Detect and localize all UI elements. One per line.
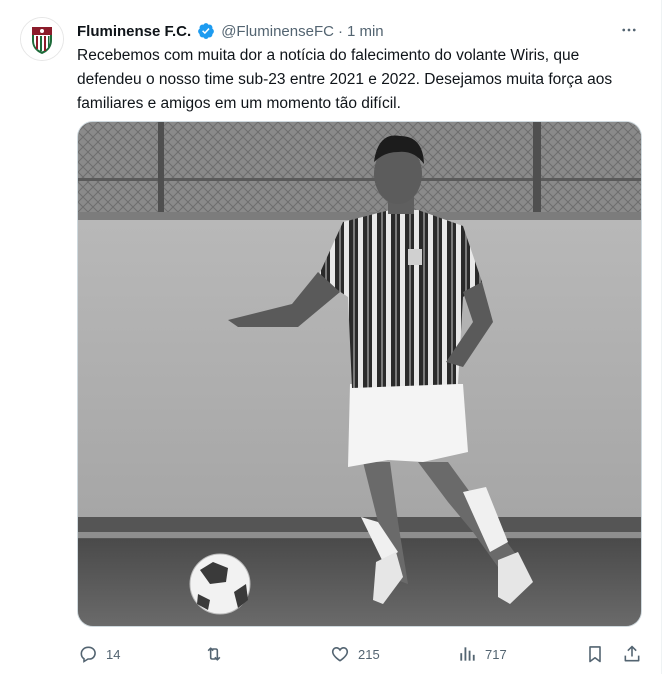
separator-dot: · [337, 22, 343, 40]
bookmark-button[interactable] [585, 640, 605, 668]
like-count: 215 [358, 646, 380, 662]
retweet-icon [207, 647, 221, 661]
club-crest-icon [21, 18, 63, 60]
share-icon [624, 645, 640, 662]
tweet-photo[interactable] [77, 121, 642, 627]
tweet-text: Recebemos com muita dor a notícia do fal… [77, 47, 613, 112]
like-button[interactable]: 215 [330, 640, 380, 668]
verified-icon [198, 23, 215, 39]
share-button[interactable] [622, 640, 642, 668]
reply-count: 14 [106, 646, 121, 662]
retweet-button[interactable] [204, 640, 232, 668]
more-options-button[interactable] [615, 16, 643, 44]
timestamp[interactable]: 1 min [347, 23, 384, 40]
views-button[interactable]: 717 [457, 640, 507, 668]
tweet[interactable]: Fluminense F.C. @FluminenseFC · 1 min Re… [0, 0, 662, 674]
more-icon [622, 28, 636, 32]
action-bar: 14 215 717 [0, 640, 662, 668]
reply-icon [80, 646, 96, 663]
reply-button[interactable]: 14 [78, 640, 120, 668]
avatar[interactable] [20, 17, 64, 61]
views-icon [460, 647, 475, 661]
tweet-header: Fluminense F.C. @FluminenseFC · 1 min [77, 20, 384, 42]
like-icon [331, 647, 349, 662]
bookmark-icon [589, 646, 601, 663]
display-name[interactable]: Fluminense F.C. [77, 23, 191, 40]
view-count: 717 [485, 646, 507, 662]
handle[interactable]: @FluminenseFC [221, 23, 334, 40]
player-photo [78, 122, 641, 626]
